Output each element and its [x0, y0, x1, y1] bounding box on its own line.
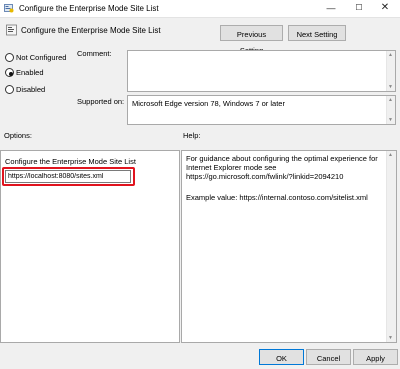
scroll-up-icon[interactable]: ▲ [388, 52, 393, 58]
close-icon[interactable]: ✕ [375, 1, 395, 15]
options-field-title: Configure the Enterprise Mode Site List [5, 157, 136, 166]
comment-label: Comment: [77, 49, 112, 58]
help-text: For guidance about configuring the optim… [186, 154, 378, 181]
site-list-url-input[interactable] [5, 170, 131, 183]
radio-label: Not Configured [16, 53, 67, 62]
scroll-down-icon[interactable]: ▼ [388, 84, 393, 90]
scroll-up-icon[interactable]: ▲ [388, 152, 393, 158]
ok-button[interactable]: OK [259, 349, 304, 365]
scroll-down-icon[interactable]: ▼ [388, 117, 393, 123]
window-title: Configure the Enterprise Mode Site List [19, 4, 159, 13]
supported-scrollbar[interactable]: ▲ ▼ [386, 96, 395, 124]
setting-title: Configure the Enterprise Mode Site List [21, 26, 161, 35]
comment-textarea[interactable]: ▲ ▼ [127, 50, 396, 92]
help-label: Help: [183, 131, 201, 140]
help-panel: For guidance about configuring the optim… [181, 150, 397, 343]
maximize-icon[interactable]: ☐ [349, 1, 369, 15]
cancel-button[interactable]: Cancel [306, 349, 351, 365]
options-panel: Configure the Enterprise Mode Site List [0, 150, 180, 343]
scroll-up-icon[interactable]: ▲ [388, 97, 393, 103]
previous-setting-button[interactable]: Previous Setting [220, 25, 283, 55]
radio-circle[interactable] [5, 53, 14, 62]
policy-settings-icon [4, 4, 14, 13]
scroll-down-icon[interactable]: ▼ [388, 335, 393, 341]
options-label: Options: [4, 131, 32, 140]
supported-on-field: Microsoft Edge version 78, Windows 7 or … [127, 95, 396, 125]
radio-label: Enabled [16, 68, 44, 77]
next-setting-button[interactable]: Next Setting [288, 25, 346, 41]
apply-button[interactable]: Apply [353, 349, 398, 365]
radio-label: Disabled [16, 85, 46, 94]
comment-scrollbar[interactable]: ▲ ▼ [386, 51, 395, 91]
supported-on-value: Microsoft Edge version 78, Windows 7 or … [132, 99, 285, 108]
minimize-icon[interactable]: — [321, 1, 341, 15]
radio-circle[interactable] [5, 85, 14, 94]
supported-on-label: Supported on: [77, 97, 125, 106]
setting-icon [6, 24, 17, 36]
help-example: Example value: https://internal.contoso.… [186, 193, 368, 202]
title-bar: Configure the Enterprise Mode Site List … [0, 0, 400, 18]
radio-selected-dot [8, 71, 13, 76]
radio-circle[interactable] [5, 68, 14, 77]
help-scrollbar[interactable]: ▲ ▼ [386, 151, 396, 342]
